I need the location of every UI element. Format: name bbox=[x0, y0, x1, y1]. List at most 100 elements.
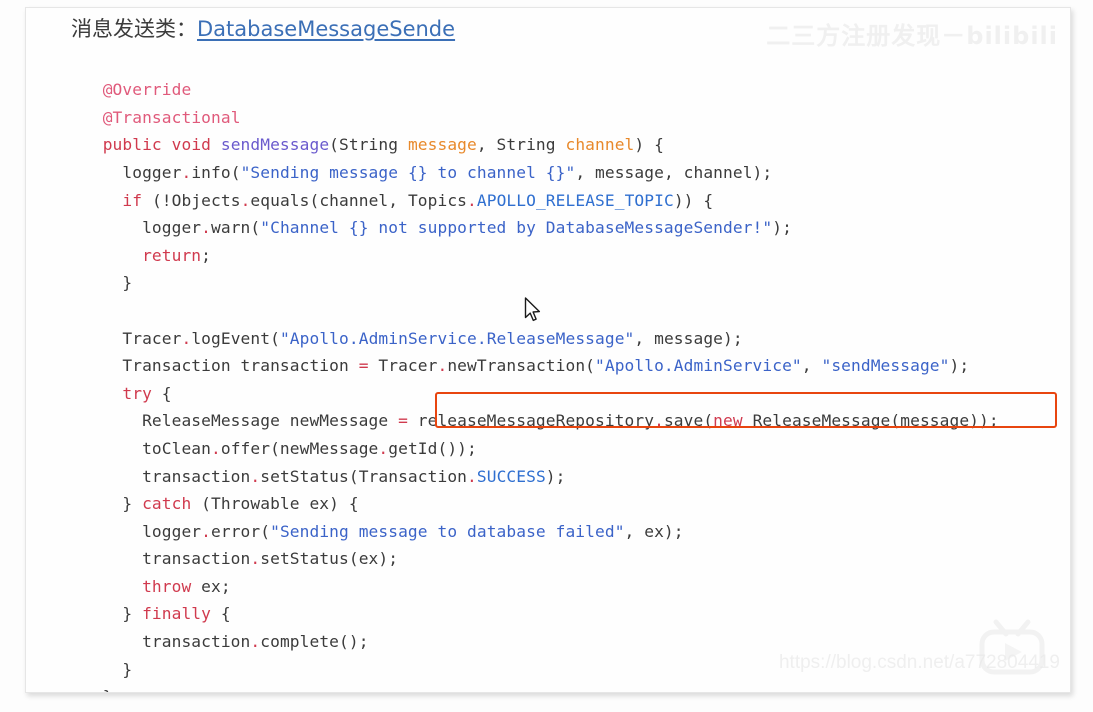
code-token: ; bbox=[201, 245, 212, 265]
content-card: 消息发送类：DatabaseMessageSende @Override @Tr… bbox=[25, 7, 1071, 693]
code-token: . bbox=[378, 438, 389, 458]
code-line: toClean.offer(newMessage.getId()); bbox=[83, 435, 999, 463]
code-line: logger.warn("Channel {} not supported by… bbox=[83, 214, 999, 242]
code-token: public void bbox=[102, 135, 221, 155]
code-token: { bbox=[151, 383, 172, 403]
code-token: Transaction transaction bbox=[83, 356, 359, 376]
code-token: try bbox=[122, 383, 152, 403]
code-token: message bbox=[407, 135, 477, 155]
code-line: Transaction transaction = Tracer.newTran… bbox=[83, 352, 999, 380]
page-root: 消息发送类：DatabaseMessageSende @Override @Tr… bbox=[0, 0, 1093, 712]
code-token: throw bbox=[142, 576, 192, 596]
code-token: . bbox=[211, 438, 221, 458]
code-line: if (!Objects.equals(channel, Topics.APOL… bbox=[83, 187, 999, 215]
code-token: , message, channel); bbox=[575, 162, 773, 182]
code-token: return bbox=[142, 245, 202, 265]
code-token: (!Objects bbox=[142, 190, 241, 210]
code-token: . bbox=[437, 356, 448, 376]
code-token: } bbox=[83, 273, 133, 293]
code-token: complete(); bbox=[260, 632, 369, 652]
code-token: @Transactional bbox=[102, 107, 241, 127]
code-token: save( bbox=[663, 411, 714, 431]
code-token: getId()); bbox=[388, 438, 477, 458]
code-token: equals(channel, Topics bbox=[250, 190, 468, 210]
code-line: transaction.setStatus(Transaction.SUCCES… bbox=[83, 463, 999, 491]
code-token: SUCCESS bbox=[476, 466, 546, 486]
code-token: if bbox=[122, 190, 143, 210]
code-token: . bbox=[181, 162, 192, 182]
code-token: ); bbox=[772, 218, 792, 238]
code-line: } bbox=[83, 683, 999, 692]
code-token: offer(newMessage bbox=[220, 438, 379, 458]
code-token: logger bbox=[83, 162, 182, 182]
code-token: transaction bbox=[83, 549, 251, 569]
code-token: @Override bbox=[102, 80, 192, 100]
code-token: new bbox=[713, 411, 743, 431]
code-token: . bbox=[250, 632, 261, 652]
code-token: { bbox=[211, 604, 231, 624]
class-name-link[interactable]: DatabaseMessageSende bbox=[197, 17, 455, 41]
code-token: . bbox=[654, 411, 664, 431]
code-token: logger bbox=[83, 521, 202, 541]
code-token: } bbox=[83, 604, 143, 624]
bilibili-tv-logo-icon bbox=[979, 619, 1045, 675]
code-token: channel bbox=[565, 135, 635, 155]
code-token: warn( bbox=[211, 218, 261, 238]
code-line: } finally { bbox=[83, 600, 999, 628]
page-title-label: 消息发送类： bbox=[71, 17, 197, 41]
code-line: try { bbox=[83, 380, 999, 408]
mouse-cursor-icon bbox=[524, 297, 541, 322]
code-token: newTransaction( bbox=[447, 356, 596, 376]
code-line: throw ex; bbox=[83, 573, 999, 601]
code-token: setStatus(ex); bbox=[260, 549, 399, 569]
code-line: logger.info("Sending message {} to chann… bbox=[83, 159, 999, 187]
code-token: Tracer bbox=[83, 328, 182, 348]
code-line: @Override bbox=[83, 76, 999, 104]
code-token: . bbox=[201, 218, 212, 238]
code-line: logger.error("Sending message to databas… bbox=[83, 518, 999, 546]
code-token: , ex); bbox=[624, 521, 684, 541]
code-line: transaction.setStatus(ex); bbox=[83, 545, 999, 573]
code-line: @Transactional bbox=[83, 104, 999, 132]
code-token: , String bbox=[476, 135, 566, 155]
code-token: "sendMessage" bbox=[821, 356, 950, 376]
code-token: ); bbox=[949, 356, 970, 376]
code-line: Tracer.logEvent("Apollo.AdminService.Rel… bbox=[83, 325, 999, 353]
code-token: error( bbox=[211, 521, 271, 541]
code-token: "Apollo.AdminService.ReleaseMessage" bbox=[279, 328, 635, 348]
code-token: Tracer bbox=[368, 356, 438, 376]
code-line: } catch (Throwable ex) { bbox=[83, 490, 999, 518]
code-token: APOLLO_RELEASE_TOPIC bbox=[476, 190, 674, 210]
code-token: } bbox=[83, 659, 133, 679]
code-token: "Channel {} not supported by DatabaseMes… bbox=[260, 218, 773, 238]
code-token: = bbox=[398, 411, 408, 431]
code-token: , message); bbox=[634, 328, 743, 348]
code-token: . bbox=[467, 190, 477, 210]
code-token: "Sending message to database failed" bbox=[270, 521, 625, 541]
code-token: releaseMessageRepository bbox=[407, 411, 655, 431]
code-block: @Override @Transactional public void sen… bbox=[83, 76, 999, 692]
code-token: ReleaseMessage newMessage bbox=[83, 411, 399, 431]
code-token: transaction bbox=[83, 632, 251, 652]
code-token: "Sending message {} to channel {}" bbox=[240, 162, 576, 182]
code-token: } bbox=[83, 687, 113, 692]
code-token: (Throwable ex) { bbox=[191, 494, 359, 514]
code-token: . bbox=[240, 190, 251, 210]
code-token: info( bbox=[191, 162, 241, 182]
code-token: transaction bbox=[83, 466, 251, 486]
code-token: . bbox=[201, 521, 212, 541]
code-token: ex; bbox=[191, 576, 231, 596]
code-token: } bbox=[83, 494, 143, 514]
code-token: . bbox=[250, 549, 261, 569]
code-token: ) { bbox=[634, 135, 664, 155]
code-token: . bbox=[467, 466, 477, 486]
code-line: public void sendMessage(String message, … bbox=[83, 131, 999, 159]
code-token: finally bbox=[142, 604, 211, 624]
